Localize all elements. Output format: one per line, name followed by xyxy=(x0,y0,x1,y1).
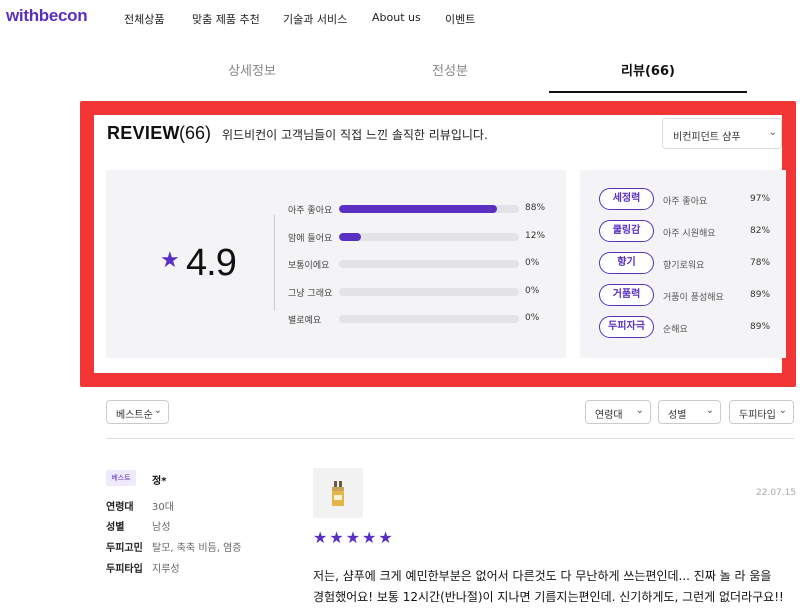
attribute-percent: 82% xyxy=(750,226,771,236)
product-select[interactable]: 비컨피던트 샴푸 ⌄ xyxy=(662,118,782,149)
reviewer-name: 정* xyxy=(152,476,167,487)
rating-dist-label: 보통이에요 xyxy=(288,261,330,271)
sort-select-value: 베스트순 xyxy=(116,410,153,421)
rating-dist-label: 그냥 그래요 xyxy=(288,288,333,299)
brand-logo[interactable]: withbecon xyxy=(6,6,88,26)
attribute-percent: 89% xyxy=(750,322,771,332)
attribute-percent: 97% xyxy=(750,194,771,204)
meta-key-scalp-concern: 두피고민 xyxy=(106,543,143,554)
scalp-type-filter-value: 두피타입 xyxy=(739,410,776,421)
rating-dist-bar-fill xyxy=(339,205,498,213)
meta-key-age: 연령대 xyxy=(106,502,134,513)
review-date: 22.07.15 xyxy=(756,488,797,498)
star-icon: ★ xyxy=(160,248,180,273)
attribute-badge: 세정력 xyxy=(599,188,654,210)
nav-item-recommend[interactable]: 맞춤 제품 추천 xyxy=(192,11,260,27)
product-bottle-icon xyxy=(332,481,344,506)
meta-value-age: 30대 xyxy=(152,502,174,513)
average-score: 4.9 xyxy=(186,242,237,284)
rating-dist-percent: 0% xyxy=(525,258,540,268)
attribute-description: 거품이 풍성해요 xyxy=(663,293,724,303)
tab-reviews[interactable]: 리뷰(66) xyxy=(549,60,747,79)
review-star-rating: ★★★★★ xyxy=(313,528,395,547)
gender-filter-select[interactable]: 성별 ⌄ xyxy=(658,400,721,424)
review-text: 저는, 샴푸에 크게 예민한부분은 없어서 다른것도 다 무난하게 쓰는편인데.… xyxy=(313,569,784,604)
chevron-down-icon: ⌄ xyxy=(778,405,787,416)
chevron-down-icon: ⌄ xyxy=(705,405,714,416)
chevron-down-icon: ⌄ xyxy=(635,405,644,416)
rating-dist-label: 별로예요 xyxy=(288,316,322,326)
chevron-down-icon: ⌄ xyxy=(153,405,162,416)
attribute-description: 순해요 xyxy=(663,325,688,335)
review-title: REVIEW xyxy=(107,123,180,143)
attribute-badge: 향기 xyxy=(599,252,654,274)
rating-dist-bar-fill xyxy=(339,232,361,241)
meta-value-gender: 남성 xyxy=(152,522,171,533)
rating-dist-percent: 0% xyxy=(525,313,540,323)
nav-item-all-products[interactable]: 전체상품 xyxy=(124,11,164,27)
meta-key-gender: 성별 xyxy=(106,522,125,533)
tab-ingredients[interactable]: 전성분 xyxy=(401,60,499,79)
rating-dist-bar-track xyxy=(339,260,519,268)
rating-dist-label: 아주 좋아요 xyxy=(288,206,333,216)
meta-key-scalp-type: 두피타입 xyxy=(106,564,143,575)
tab-detail[interactable]: 상세정보 xyxy=(203,60,301,79)
rating-dist-bar-track xyxy=(339,287,519,296)
top-nav: withbecon 전체상품 맞춤 제품 추천 기술과 서비스 About us… xyxy=(0,0,800,36)
attribute-badge: 쿨링감 xyxy=(599,220,654,242)
attribute-badge: 두피자극 xyxy=(599,316,654,338)
best-badge: 베스트 xyxy=(106,470,136,486)
gender-filter-value: 성별 xyxy=(668,410,687,421)
rating-dist-percent: 12% xyxy=(525,230,546,241)
rating-dist-bar-track xyxy=(339,232,519,241)
rating-dist-percent: 0% xyxy=(525,285,540,296)
attribute-badge: 거품력 xyxy=(599,284,654,306)
review-description: 위드비컨이 고객님들이 직접 느낀 솔직한 리뷰입니다. xyxy=(222,128,488,142)
age-filter-value: 연령대 xyxy=(595,410,623,421)
nav-item-about-us[interactable]: About us xyxy=(372,11,421,24)
nav-item-technology[interactable]: 기술과 서비스 xyxy=(283,11,347,27)
nav-item-event[interactable]: 이벤트 xyxy=(445,11,475,27)
rating-dist-percent: 88% xyxy=(525,203,546,213)
sort-select[interactable]: 베스트순 ⌄ xyxy=(106,400,169,424)
meta-value-scalp-concern: 탈모, 축축 비듬, 염증 xyxy=(152,543,242,554)
rating-divider xyxy=(274,215,275,311)
meta-value-scalp-type: 지루성 xyxy=(152,564,180,575)
attribute-description: 아주 시원해요 xyxy=(663,229,716,239)
age-filter-select[interactable]: 연령대 ⌄ xyxy=(585,400,651,424)
active-tab-underline xyxy=(549,91,747,93)
filter-divider xyxy=(106,438,794,439)
review-count: (66) xyxy=(179,123,212,143)
chevron-down-icon: ⌄ xyxy=(768,127,777,138)
attribute-percent: 89% xyxy=(750,290,771,300)
attribute-percent: 78% xyxy=(750,258,771,268)
attribute-description: 아주 좋아요 xyxy=(663,197,708,207)
scalp-type-filter-select[interactable]: 두피타입 ⌄ xyxy=(729,400,794,424)
rating-dist-bar-track xyxy=(339,315,519,323)
rating-dist-label: 맘에 들어요 xyxy=(288,233,333,244)
review-photo-thumbnail[interactable] xyxy=(313,468,363,518)
rating-dist-bar-track xyxy=(339,205,519,213)
product-select-value: 비컨피던트 샴푸 xyxy=(673,132,741,143)
attribute-description: 향기로워요 xyxy=(663,261,705,271)
